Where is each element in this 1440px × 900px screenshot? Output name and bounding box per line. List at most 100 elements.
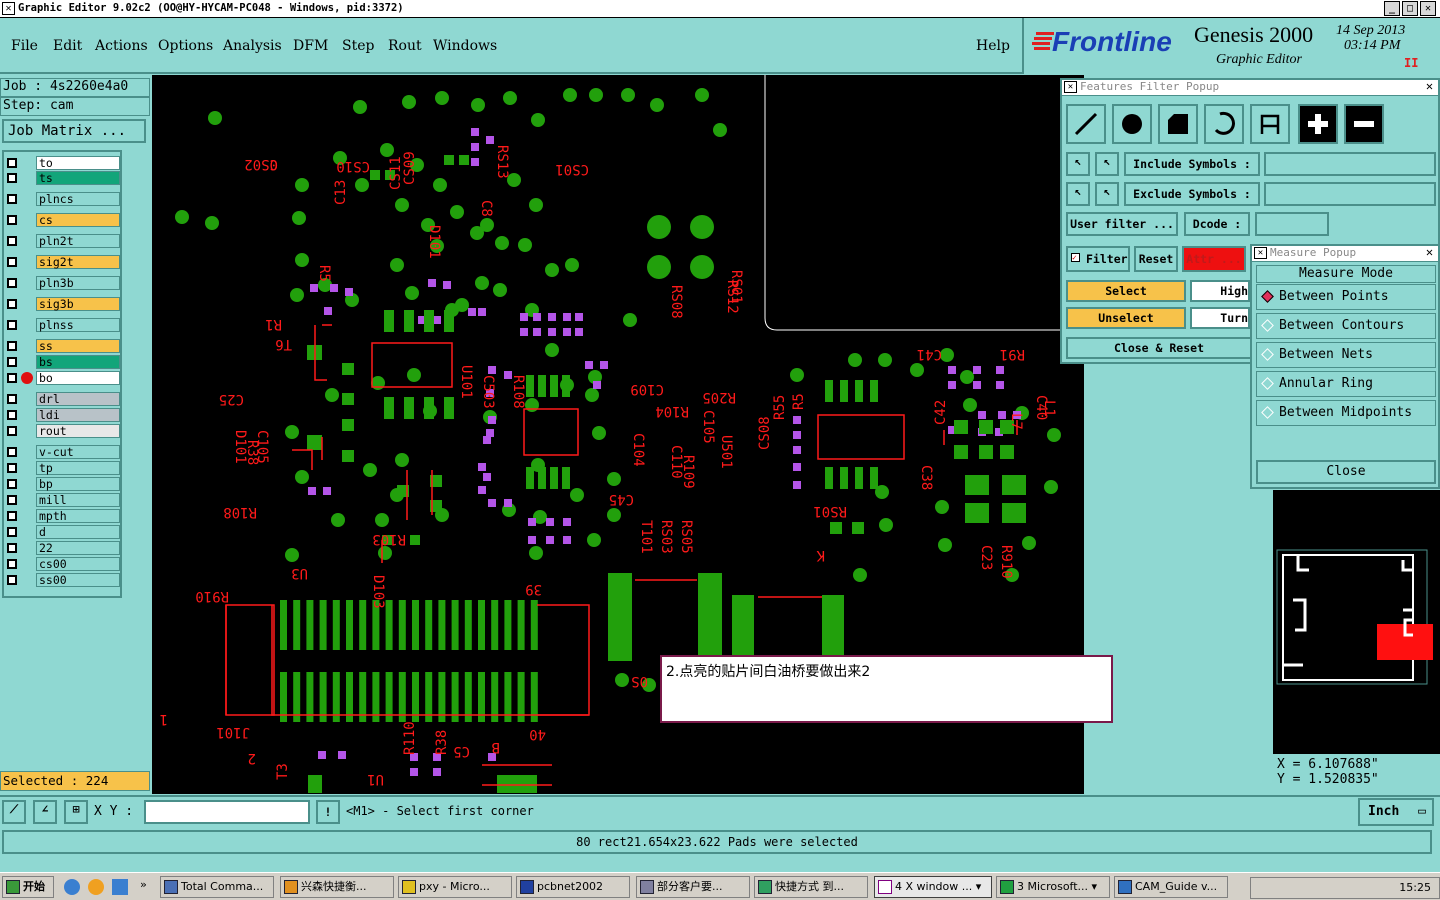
xy-input[interactable] xyxy=(144,800,310,824)
close-reset-button[interactable]: Close & Reset xyxy=(1066,337,1252,359)
task-microsoft[interactable]: 3 Microsoft... ▾ xyxy=(996,876,1110,898)
select-button[interactable]: Select xyxy=(1066,280,1186,302)
task-shortcut[interactable]: 快捷方式 到... xyxy=(754,876,868,898)
layer-checkbox[interactable] xyxy=(7,357,17,367)
layer-checkbox[interactable] xyxy=(7,426,17,436)
layer-checkbox[interactable] xyxy=(7,373,17,383)
layer-name[interactable]: sig3b xyxy=(36,297,120,311)
filter-popup-close-icon[interactable]: ✕ xyxy=(1423,80,1436,93)
include-symbols-input[interactable] xyxy=(1264,152,1436,176)
layer-name[interactable]: bs xyxy=(36,355,120,369)
angle-icon[interactable]: ∠ xyxy=(33,800,57,824)
between-contours-option[interactable]: Between Contours xyxy=(1256,313,1436,339)
layer-row-pln2t[interactable]: pln2t xyxy=(4,234,120,248)
task-pcbnet[interactable]: pcbnet2002 xyxy=(516,876,630,898)
layer-row-ts[interactable]: ts xyxy=(4,171,120,185)
menu-analysis[interactable]: Analysis xyxy=(223,38,282,54)
layer-checkbox[interactable] xyxy=(7,479,17,489)
layer-row-mpth[interactable]: mpth xyxy=(4,509,120,523)
highlight-button[interactable]: High xyxy=(1190,280,1250,302)
layer-checkbox[interactable] xyxy=(7,511,17,521)
layer-checkbox[interactable] xyxy=(7,341,17,351)
layer-name[interactable]: mill xyxy=(36,493,120,507)
layer-row-22[interactable]: 22 xyxy=(4,541,120,555)
more-icon[interactable]: » xyxy=(140,878,147,891)
ie-icon[interactable] xyxy=(64,879,80,895)
layer-checkbox[interactable] xyxy=(7,236,17,246)
layer-checkbox[interactable] xyxy=(7,559,17,569)
bang-button[interactable]: ! xyxy=(316,800,340,824)
pause-indicator[interactable]: II xyxy=(1404,56,1418,70)
start-button[interactable]: 开始 xyxy=(2,876,54,898)
layer-checkbox[interactable] xyxy=(7,257,17,267)
layer-name[interactable]: mpth xyxy=(36,509,120,523)
layer-name[interactable]: ts xyxy=(36,171,120,185)
layer-name[interactable]: v-cut xyxy=(36,445,120,459)
layer-row-ss[interactable]: ss xyxy=(4,339,120,353)
layer-name[interactable]: drl xyxy=(36,392,120,406)
minimize-button[interactable]: _ xyxy=(1384,1,1400,16)
task-customers[interactable]: 部分客户要... xyxy=(636,876,750,898)
menu-options[interactable]: Options xyxy=(158,38,213,54)
layer-row-bo[interactable]: bo xyxy=(4,371,120,385)
pad-symbol-button[interactable] xyxy=(1112,104,1152,144)
between-midpoints-option[interactable]: Between Midpoints xyxy=(1256,400,1436,426)
layer-row-v-cut[interactable]: v-cut xyxy=(4,445,120,459)
dcode-input[interactable] xyxy=(1255,212,1329,236)
layer-name[interactable]: sig2t xyxy=(36,255,120,269)
overview-map[interactable] xyxy=(1273,490,1440,750)
negative-polarity-button[interactable] xyxy=(1344,104,1384,144)
layer-checkbox[interactable] xyxy=(7,278,17,288)
layer-row-tp[interactable]: tp xyxy=(4,461,120,475)
layer-row-plncs[interactable]: plncs xyxy=(4,192,120,206)
layer-row-drl[interactable]: drl xyxy=(4,392,120,406)
layer-name[interactable]: bo xyxy=(36,371,120,385)
task-pxy[interactable]: pxy - Micro... xyxy=(398,876,512,898)
user-filter-button[interactable]: User filter ... xyxy=(1066,212,1178,236)
layer-checkbox[interactable] xyxy=(7,575,17,585)
layer-row-cs00[interactable]: cs00 xyxy=(4,557,120,571)
layer-row-mill[interactable]: mill xyxy=(4,493,120,507)
menu-rout[interactable]: Rout xyxy=(388,38,422,54)
layer-checkbox[interactable] xyxy=(7,410,17,420)
menu-step[interactable]: Step xyxy=(342,38,374,54)
snap-icon[interactable]: ⟋ xyxy=(2,800,26,824)
filter-checkbox[interactable]: ✓ xyxy=(1071,253,1080,262)
layer-checkbox[interactable] xyxy=(7,320,17,330)
layer-checkbox[interactable] xyxy=(7,173,17,183)
layer-name[interactable]: ss xyxy=(36,339,120,353)
attr-button[interactable]: Attr ... xyxy=(1182,246,1246,272)
measure-menu-icon[interactable]: ✕ xyxy=(1254,247,1267,259)
close-button[interactable]: ✕ xyxy=(1420,1,1436,16)
task-cam-guide[interactable]: CAM_Guide v... xyxy=(1114,876,1228,898)
units-select[interactable]: Inch ▭ xyxy=(1358,798,1434,826)
quick-launch-icon-2[interactable] xyxy=(112,879,128,895)
layer-checkbox[interactable] xyxy=(7,394,17,404)
layer-name[interactable]: to xyxy=(36,156,120,170)
layer-name[interactable]: 22 xyxy=(36,541,120,555)
layer-row-plnss[interactable]: plnss xyxy=(4,318,120,332)
layer-row-cs[interactable]: cs xyxy=(4,213,120,227)
overview-panel[interactable]: X = 6.107688" Y = 1.520835" xyxy=(1273,490,1440,790)
layer-checkbox[interactable] xyxy=(7,158,17,168)
task-xingsen[interactable]: 兴森快捷衡... xyxy=(280,876,394,898)
layer-checkbox[interactable] xyxy=(7,215,17,225)
between-points-option[interactable]: Between Points xyxy=(1256,284,1436,310)
layer-row-sig3b[interactable]: sig3b xyxy=(4,297,120,311)
layer-checkbox[interactable] xyxy=(7,543,17,553)
layer-row-ss00[interactable]: ss00 xyxy=(4,573,120,587)
layer-name[interactable]: d xyxy=(36,525,120,539)
maximize-button[interactable]: □ xyxy=(1402,1,1418,16)
turn-button[interactable]: Turn xyxy=(1190,307,1250,329)
menu-help[interactable]: Help xyxy=(976,38,1010,54)
layer-name[interactable]: bp xyxy=(36,477,120,491)
arc-symbol-button[interactable] xyxy=(1204,104,1244,144)
layer-row-pln3b[interactable]: pln3b xyxy=(4,276,120,290)
layer-name[interactable]: cs xyxy=(36,213,120,227)
layer-name[interactable]: tp xyxy=(36,461,120,475)
layer-name[interactable]: pln2t xyxy=(36,234,120,248)
line-symbol-button[interactable] xyxy=(1066,104,1106,144)
layer-checkbox[interactable] xyxy=(7,299,17,309)
layer-name[interactable]: pln3b xyxy=(36,276,120,290)
popup-menu-icon[interactable]: ✕ xyxy=(1064,81,1077,93)
